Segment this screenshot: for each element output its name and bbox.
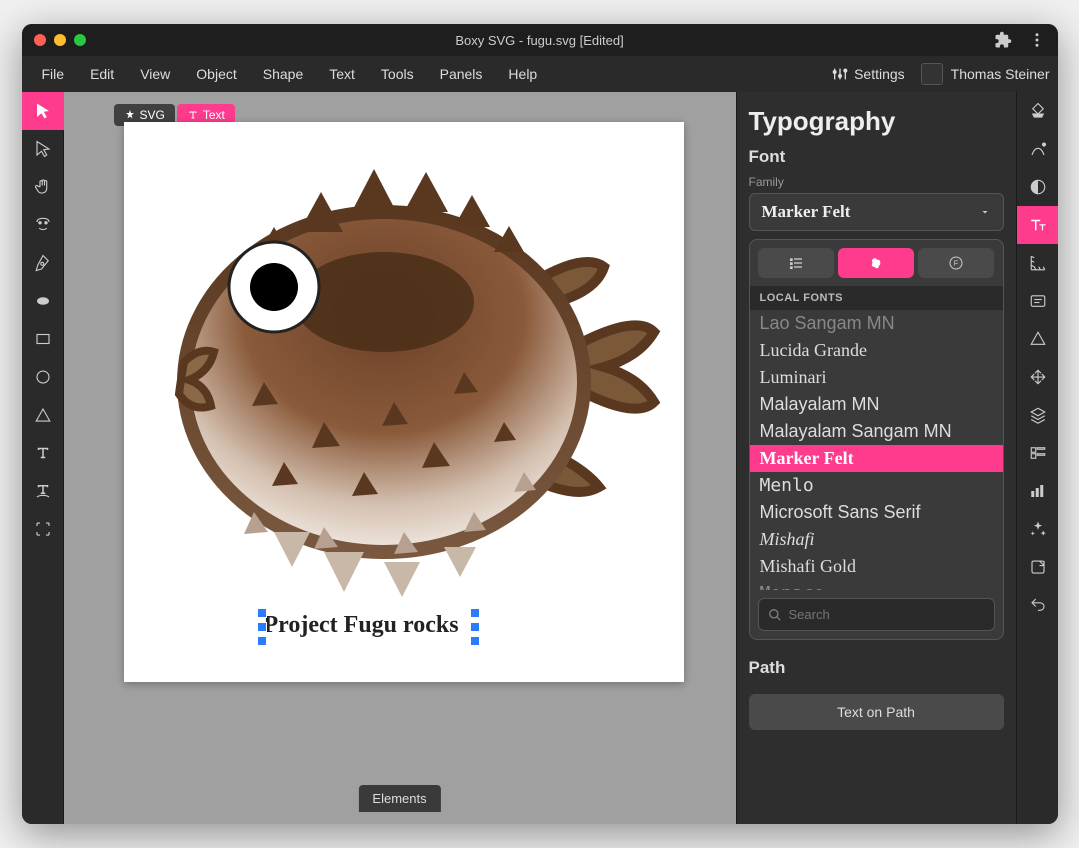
extension-icon[interactable] xyxy=(994,31,1012,49)
canvas-text[interactable]: Project Fugu rocks xyxy=(264,612,459,639)
fugu-illustration xyxy=(124,122,684,602)
font-item[interactable]: Microsoft Sans Serif xyxy=(750,499,1003,526)
triangle-tool[interactable] xyxy=(22,396,64,434)
typography-panel-icon[interactable] xyxy=(1017,206,1058,244)
maximize-window-button[interactable] xyxy=(74,34,86,46)
font-item[interactable]: Malayalam Sangam MN xyxy=(750,418,1003,445)
font-tab-local[interactable] xyxy=(838,248,914,278)
menubar: File Edit View Object Shape Text Tools P… xyxy=(22,56,1058,92)
minimize-window-button[interactable] xyxy=(54,34,66,46)
close-window-button[interactable] xyxy=(34,34,46,46)
selection-handle[interactable] xyxy=(470,608,480,618)
menu-panels[interactable]: Panels xyxy=(428,60,495,88)
traffic-lights xyxy=(34,34,86,46)
arrange-panel-icon[interactable] xyxy=(1017,358,1058,396)
face-tool[interactable] xyxy=(22,206,64,244)
undo-icon[interactable] xyxy=(1017,586,1058,624)
font-dropdown: F LOCAL FONTS Lao Sangam MN Lucida Grand… xyxy=(749,239,1004,640)
font-item[interactable]: Luminari xyxy=(750,364,1003,391)
layers-panel-icon[interactable] xyxy=(1017,396,1058,434)
pen-tool[interactable] xyxy=(22,244,64,282)
font-item[interactable]: Malayalam MN xyxy=(750,391,1003,418)
menu-view[interactable]: View xyxy=(128,60,182,88)
selection-handle[interactable] xyxy=(257,608,267,618)
svg-text:F: F xyxy=(954,259,959,268)
view-tool[interactable] xyxy=(22,510,64,548)
selection-handle[interactable] xyxy=(257,636,267,646)
user-avatar[interactable] xyxy=(921,63,943,85)
direct-select-tool[interactable] xyxy=(22,130,64,168)
select-tool[interactable] xyxy=(22,92,64,130)
menu-file[interactable]: File xyxy=(30,60,77,88)
rectangle-tool[interactable] xyxy=(22,320,64,358)
font-item[interactable]: Lao Sangam MN xyxy=(750,310,1003,337)
elements-tab[interactable]: Elements xyxy=(358,785,440,812)
font-tab-google[interactable]: F xyxy=(918,248,994,278)
settings-button[interactable]: Settings xyxy=(824,62,913,86)
fonts-header: LOCAL FONTS xyxy=(750,286,1003,310)
titlebar: Boxy SVG - fugu.svg [Edited] xyxy=(22,24,1058,56)
selection-handle[interactable] xyxy=(470,622,480,632)
circle-tool[interactable] xyxy=(22,358,64,396)
library-panel-icon[interactable] xyxy=(1017,434,1058,472)
ellipse-blob-tool[interactable] xyxy=(22,282,64,320)
font-item-selected[interactable]: Marker Felt xyxy=(750,445,1003,472)
path-section-title: Path xyxy=(749,658,1004,678)
app-window: Boxy SVG - fugu.svg [Edited] File Edit V… xyxy=(22,24,1058,824)
panel-title: Typography xyxy=(749,106,1004,137)
selection-handle[interactable] xyxy=(470,636,480,646)
menu-tools[interactable]: Tools xyxy=(369,60,426,88)
text-path-tool[interactable] xyxy=(22,472,64,510)
right-toolbar xyxy=(1016,92,1058,824)
selection-handle[interactable] xyxy=(257,622,267,632)
window-title: Boxy SVG - fugu.svg [Edited] xyxy=(455,33,623,48)
text-tool[interactable] xyxy=(22,434,64,472)
generators-panel-icon[interactable] xyxy=(1017,510,1058,548)
history-panel-icon[interactable] xyxy=(1017,472,1058,510)
menu-help[interactable]: Help xyxy=(496,60,549,88)
font-list[interactable]: Lao Sangam MN Lucida Grande Luminari Mal… xyxy=(750,310,1003,590)
settings-label: Settings xyxy=(854,66,905,82)
font-search-input[interactable] xyxy=(758,598,995,631)
font-item[interactable]: Mishafi Gold xyxy=(750,553,1003,580)
canvas[interactable]: Project Fugu rocks xyxy=(124,122,684,682)
export-panel-icon[interactable] xyxy=(1017,548,1058,586)
font-item[interactable]: Mishafi xyxy=(750,526,1003,553)
stroke-panel-icon[interactable] xyxy=(1017,130,1058,168)
font-item[interactable]: Monaco xyxy=(750,580,1003,590)
font-section-title: Font xyxy=(749,147,1004,167)
text-on-path-button[interactable]: Text on Path xyxy=(749,694,1004,730)
font-tab-list[interactable] xyxy=(758,248,834,278)
fill-panel-icon[interactable] xyxy=(1017,92,1058,130)
font-item[interactable]: Menlo xyxy=(750,472,1003,499)
chevron-down-icon xyxy=(979,206,991,218)
menu-edit[interactable]: Edit xyxy=(78,60,126,88)
pan-tool[interactable] xyxy=(22,168,64,206)
meta-panel-icon[interactable] xyxy=(1017,282,1058,320)
font-family-value: Marker Felt xyxy=(762,202,851,222)
left-toolbar xyxy=(22,92,64,824)
shape-panel-icon[interactable] xyxy=(1017,320,1058,358)
search-icon xyxy=(768,608,782,622)
menu-text[interactable]: Text xyxy=(317,60,367,88)
more-icon[interactable] xyxy=(1028,31,1046,49)
menu-object[interactable]: Object xyxy=(184,60,248,88)
menu-shape[interactable]: Shape xyxy=(251,60,315,88)
font-family-select[interactable]: Marker Felt xyxy=(749,193,1004,231)
geometry-panel-icon[interactable] xyxy=(1017,244,1058,282)
user-name: Thomas Steiner xyxy=(951,66,1050,82)
canvas-area[interactable]: SVG Text xyxy=(64,92,736,824)
compositing-panel-icon[interactable] xyxy=(1017,168,1058,206)
typography-panel: Typography Font Family Marker Felt F LOC… xyxy=(736,92,1016,824)
font-item[interactable]: Lucida Grande xyxy=(750,337,1003,364)
family-label: Family xyxy=(749,175,1004,189)
